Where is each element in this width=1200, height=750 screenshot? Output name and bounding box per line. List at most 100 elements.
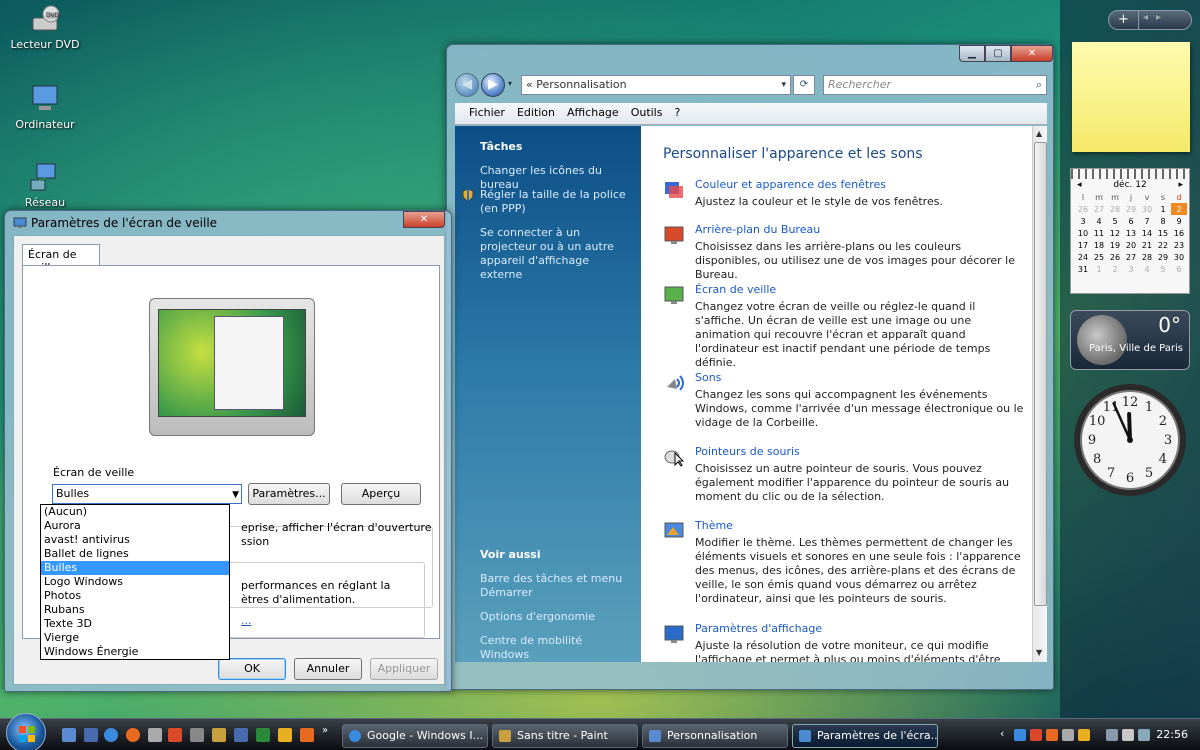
calendar-day[interactable]: 5 bbox=[1107, 215, 1123, 227]
calendar-day[interactable]: 26 bbox=[1107, 251, 1123, 263]
menu-outils[interactable]: Outils bbox=[625, 103, 669, 124]
antivirus-icon[interactable] bbox=[1046, 729, 1058, 741]
word-icon[interactable] bbox=[234, 728, 248, 742]
calendar-day[interactable]: 8 bbox=[1155, 215, 1171, 227]
item-link[interactable]: Thème bbox=[695, 519, 733, 532]
calendar-day[interactable]: 27 bbox=[1123, 251, 1139, 263]
search-icon[interactable]: ⌕ bbox=[1036, 76, 1042, 94]
scrollbar-thumb[interactable] bbox=[1034, 142, 1047, 606]
tray-app-icon[interactable] bbox=[1078, 729, 1090, 741]
calendar-day[interactable]: 18 bbox=[1091, 239, 1107, 251]
menu-fichier[interactable]: Fichier bbox=[463, 103, 511, 124]
calendar-day[interactable]: 3 bbox=[1123, 263, 1139, 275]
calendar-day[interactable]: 31 bbox=[1075, 263, 1091, 275]
dialog-close-button[interactable]: ✕ bbox=[403, 211, 445, 228]
quicklaunch-app-icon[interactable] bbox=[168, 728, 182, 742]
calendar-day[interactable]: 28 bbox=[1107, 203, 1123, 215]
calendar-day[interactable]: 30 bbox=[1139, 203, 1155, 215]
bluetooth-icon[interactable] bbox=[1014, 729, 1026, 741]
taskbar-button-google[interactable]: Google - Windows I... bbox=[342, 724, 488, 748]
calendar-day[interactable]: 3 bbox=[1075, 215, 1091, 227]
calendar-day[interactable]: 6 bbox=[1171, 263, 1187, 275]
menu-edition[interactable]: Edition bbox=[511, 103, 561, 124]
tab-screensaver[interactable]: Écran de veille bbox=[22, 244, 100, 274]
calendar-day[interactable]: 11 bbox=[1091, 227, 1107, 239]
tray-clock[interactable]: 22:56 bbox=[1156, 728, 1188, 741]
weather-gadget[interactable]: 0° Paris, Ville de Paris bbox=[1070, 310, 1190, 370]
ok-button[interactable]: OK bbox=[218, 658, 286, 680]
calendar-day[interactable]: 2 bbox=[1107, 263, 1123, 275]
calendar-day[interactable]: 13 bbox=[1123, 227, 1139, 239]
volume-icon[interactable] bbox=[1138, 729, 1150, 741]
calendar-day[interactable]: 1 bbox=[1155, 203, 1171, 215]
dropdown-option[interactable]: Ballet de lignes bbox=[41, 547, 229, 561]
preview-button[interactable]: Aperçu bbox=[341, 483, 421, 505]
dropdown-option[interactable]: Photos bbox=[41, 589, 229, 603]
see-also-taskbar[interactable]: Barre des tâches et menu Démarrer bbox=[480, 572, 630, 600]
calendar-day[interactable]: 14 bbox=[1139, 227, 1155, 239]
calendar-day[interactable]: 5 bbox=[1155, 263, 1171, 275]
tray-expand-icon[interactable]: ‹ bbox=[1000, 727, 1004, 740]
calendar-day[interactable]: 24 bbox=[1075, 251, 1091, 263]
forward-button[interactable]: ▶ bbox=[481, 73, 505, 97]
calendar-day[interactable]: 25 bbox=[1091, 251, 1107, 263]
calendar-prev-icon[interactable]: ◂ bbox=[1077, 180, 1082, 190]
dropdown-option[interactable]: (Aucun) bbox=[41, 505, 229, 519]
tray-app-icon[interactable] bbox=[1030, 729, 1042, 741]
quicklaunch-app-icon[interactable] bbox=[148, 728, 162, 742]
calendar-day[interactable]: 23 bbox=[1171, 239, 1187, 251]
quicklaunch-app-icon[interactable] bbox=[190, 728, 204, 742]
apply-button[interactable]: Appliquer bbox=[370, 658, 438, 680]
calendar-day[interactable]: 17 bbox=[1075, 239, 1091, 251]
firefox-icon[interactable] bbox=[126, 728, 140, 742]
media-player-icon[interactable] bbox=[300, 728, 314, 742]
calendar-day[interactable]: 30 bbox=[1171, 251, 1187, 263]
chevron-down-icon[interactable]: ▼ bbox=[232, 486, 239, 504]
dropdown-option[interactable]: Texte 3D bbox=[41, 617, 229, 631]
calendar-day[interactable]: 9 bbox=[1171, 215, 1187, 227]
desktop-icon-computer[interactable]: Ordinateur bbox=[0, 84, 90, 131]
show-desktop-icon[interactable] bbox=[62, 728, 76, 742]
sidebar-controls[interactable]: + ◂▸ bbox=[1108, 10, 1192, 30]
calendar-gadget[interactable]: ◂ déc. 12 ▸ l m m j v s d 26 27 28 29 30 1… bbox=[1070, 168, 1190, 294]
history-dropdown-icon[interactable]: ▾ bbox=[508, 79, 512, 88]
back-button[interactable]: ◀ bbox=[455, 73, 479, 97]
calendar-day[interactable]: 1 bbox=[1091, 263, 1107, 275]
calendar-day[interactable]: 22 bbox=[1155, 239, 1171, 251]
item-link[interactable]: Couleur et apparence des fenêtres bbox=[695, 178, 886, 191]
switch-windows-icon[interactable] bbox=[84, 728, 98, 742]
power-settings-link[interactable]: ... bbox=[241, 614, 252, 628]
quicklaunch-expand-icon[interactable]: » bbox=[322, 725, 328, 736]
maximize-button[interactable]: ▢ bbox=[985, 45, 1011, 62]
address-bar[interactable]: « Personnalisation ▾ bbox=[521, 75, 791, 95]
network-status-icon[interactable] bbox=[1106, 729, 1118, 741]
dropdown-option[interactable]: Logo Windows bbox=[41, 575, 229, 589]
clock-gadget[interactable]: 1 2 3 4 5 6 7 8 9 10 11 12 bbox=[1072, 382, 1188, 498]
calendar-day-today[interactable]: 2 bbox=[1171, 203, 1187, 215]
calendar-day[interactable]: 19 bbox=[1107, 239, 1123, 251]
calendar-day[interactable]: 6 bbox=[1123, 215, 1139, 227]
calendar-day[interactable]: 29 bbox=[1123, 203, 1139, 215]
see-also-mobility[interactable]: Centre de mobilité Windows bbox=[480, 634, 630, 662]
menu-help[interactable]: ? bbox=[668, 103, 686, 124]
dropdown-option[interactable]: Aurora bbox=[41, 519, 229, 533]
calendar-day[interactable]: 7 bbox=[1139, 215, 1155, 227]
item-link[interactable]: Arrière-plan du Bureau bbox=[695, 223, 820, 236]
refresh-icon[interactable]: ⟳ bbox=[793, 75, 815, 95]
dropdown-option[interactable]: Rubans bbox=[41, 603, 229, 617]
taskbar-button-screensaver[interactable]: Paramètres de l'écra... bbox=[792, 724, 938, 748]
calendar-day[interactable]: 12 bbox=[1107, 227, 1123, 239]
calendar-next-icon[interactable]: ▸ bbox=[1178, 180, 1183, 190]
address-dropdown-icon[interactable]: ▾ bbox=[781, 76, 786, 94]
item-link[interactable]: Pointeurs de souris bbox=[695, 445, 800, 458]
dropdown-option[interactable]: Windows Énergie bbox=[41, 645, 229, 659]
calendar-day[interactable]: 4 bbox=[1091, 215, 1107, 227]
desktop-icon-network[interactable]: Réseau bbox=[0, 162, 90, 209]
calendar-day[interactable]: 28 bbox=[1139, 251, 1155, 263]
see-also-accessibility[interactable]: Options d'ergonomie bbox=[480, 610, 630, 624]
calendar-day[interactable]: 21 bbox=[1139, 239, 1155, 251]
internet-explorer-icon[interactable] bbox=[104, 728, 118, 742]
tray-app-icon[interactable] bbox=[1062, 729, 1074, 741]
task-link-projector[interactable]: Se connecter à un projecteur ou à un aut… bbox=[480, 226, 630, 282]
screensaver-select[interactable]: Bulles ▼ bbox=[52, 484, 242, 504]
